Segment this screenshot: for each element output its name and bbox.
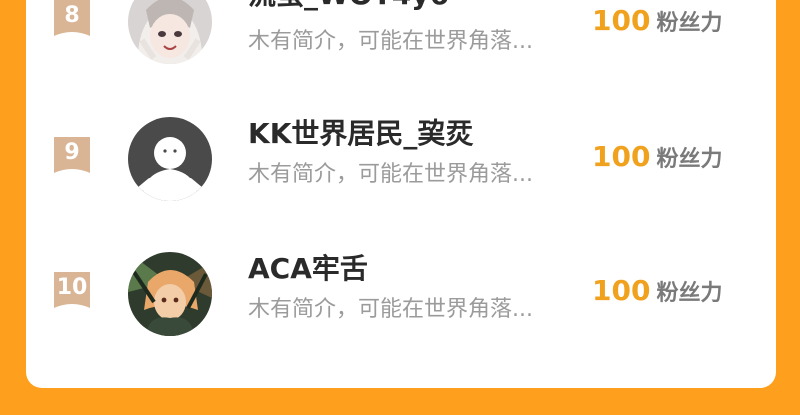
avatar[interactable]	[128, 117, 212, 201]
user-description: 木有简介，可能在世界角落...	[248, 297, 533, 322]
user-name[interactable]: KK世界居民_巭烎	[248, 117, 473, 151]
user-description: 木有简介，可能在世界角落...	[248, 29, 533, 54]
default-avatar-icon	[128, 117, 212, 201]
rank-badge: 9	[52, 137, 92, 177]
ranking-card: 8 流萤_WOT4y6 木有简介，可能在世界角落... 100粉丝力	[26, 0, 776, 388]
fans-label: 粉丝力	[656, 281, 723, 306]
list-item[interactable]: 8 流萤_WOT4y6 木有简介，可能在世界角落... 100粉丝力	[26, 0, 776, 64]
fans-label: 粉丝力	[656, 147, 723, 172]
user-description: 木有简介，可能在世界角落...	[248, 162, 533, 187]
rank-badge: 8	[52, 0, 92, 40]
anime-avatar-icon	[128, 252, 212, 336]
fans-count: 100	[592, 274, 651, 307]
anime-avatar-icon	[128, 0, 212, 64]
rank-badge: 10	[52, 272, 92, 312]
list-item[interactable]: 10 ACA牢舌 木有简介，可能在世界角落... 100 粉丝力	[26, 252, 776, 336]
fans-power: 100 粉丝力	[592, 4, 722, 42]
fans-power: 100 粉丝力	[592, 140, 722, 178]
fans-label: 粉丝力	[656, 11, 723, 36]
fans-count: 100	[592, 140, 651, 173]
fans-count: 100	[592, 4, 651, 37]
rank-number: 9	[64, 140, 80, 165]
rank-number: 8	[64, 3, 80, 28]
avatar[interactable]	[128, 0, 212, 64]
rank-number: 10	[56, 275, 88, 300]
user-name[interactable]: ACA牢舌	[248, 252, 368, 286]
list-item[interactable]: 9 KK世界居民_巭烎 木有简介，可能在世界角落... 100 粉丝力	[26, 117, 776, 201]
fans-power: 100 粉丝力	[592, 274, 722, 312]
avatar[interactable]	[128, 252, 212, 336]
user-name[interactable]: 流萤_WOT4y6	[248, 0, 449, 12]
